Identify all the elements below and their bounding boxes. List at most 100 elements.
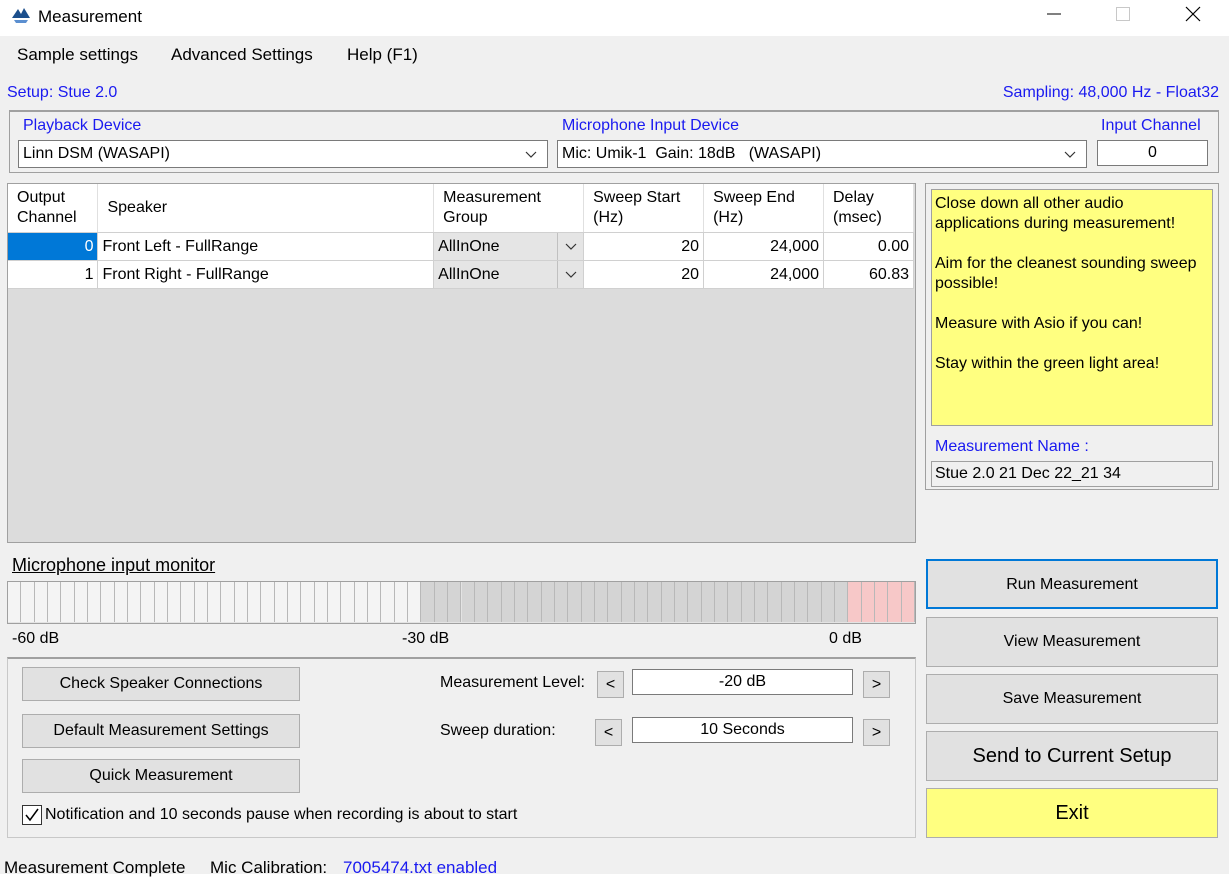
note-line: Close down all other audio applications … xyxy=(935,195,1176,232)
header-output-channel[interactable]: Output Channel xyxy=(8,184,99,233)
meter-segment xyxy=(48,582,62,622)
mic-monitor-title: Microphone input monitor xyxy=(12,555,216,575)
run-measurement-button[interactable]: Run Measurement xyxy=(926,559,1218,609)
measurement-level-field[interactable]: -20 dB xyxy=(632,669,853,695)
scale-label-min: -60 dB xyxy=(12,630,60,647)
meter-segment xyxy=(101,582,115,622)
meter-segment xyxy=(341,582,355,622)
meter-segment xyxy=(488,582,502,622)
app-icon xyxy=(10,6,32,26)
chevron-down-icon xyxy=(525,151,537,158)
meter-segment xyxy=(754,582,769,622)
window-title: Measurement xyxy=(38,7,142,26)
scale-label-mid: -30 dB xyxy=(402,630,450,647)
cell-group-select[interactable]: AllInOne xyxy=(433,260,585,289)
mic-calibration-file-link[interactable]: 7005474.txt enabled xyxy=(343,858,497,878)
meter-segment xyxy=(821,582,835,622)
scale-label-max: 0 dB xyxy=(829,630,862,647)
menu-sample-settings[interactable]: Sample settings xyxy=(3,36,152,74)
meter-segment xyxy=(808,582,822,622)
meter-segment xyxy=(848,582,862,622)
cell-sweep-end[interactable]: 24,000 xyxy=(703,260,824,289)
header-delay[interactable]: Delay (msec) xyxy=(823,184,914,233)
cell-delay[interactable]: 0.00 xyxy=(823,232,914,261)
meter-segment xyxy=(661,582,675,622)
table-row[interactable]: 1 Front Right - FullRange AllInOne 20 24… xyxy=(8,260,914,289)
cell-speaker[interactable]: Front Right - FullRange xyxy=(97,260,435,289)
header-measurement-group[interactable]: Measurement Group xyxy=(433,184,585,233)
title-bar: Measurement xyxy=(0,0,1229,34)
level-increase-button[interactable]: > xyxy=(863,671,890,698)
header-sweep-end[interactable]: Sweep End (Hz) xyxy=(703,184,824,233)
quick-measurement-button[interactable]: Quick Measurement xyxy=(22,759,300,793)
view-measurement-button[interactable]: View Measurement xyxy=(926,617,1218,667)
cell-sweep-end[interactable]: 24,000 xyxy=(703,232,824,261)
meter-segment xyxy=(61,582,75,622)
menu-help[interactable]: Help (F1) xyxy=(333,36,432,74)
meter-segment xyxy=(8,582,22,622)
meter-segment xyxy=(861,582,875,622)
playback-device-select[interactable]: Linn DSM (WASAPI) xyxy=(18,140,548,168)
cell-group-value: AllInOne xyxy=(438,238,500,255)
meter-segment xyxy=(368,582,382,622)
maximize-button[interactable] xyxy=(1100,0,1146,34)
meter-segment xyxy=(608,582,622,622)
level-decrease-button[interactable]: < xyxy=(597,671,624,698)
menu-advanced-settings[interactable]: Advanced Settings xyxy=(157,36,327,74)
meter-segment xyxy=(594,582,609,622)
meter-segment xyxy=(221,582,235,622)
meter-segment xyxy=(141,582,155,622)
table-row[interactable]: 0 Front Left - FullRange AllInOne 20 24,… xyxy=(8,232,914,261)
meter-segment xyxy=(634,582,649,622)
meter-segment xyxy=(421,582,435,622)
note-line: Measure with Asio if you can! xyxy=(935,315,1143,332)
meter-segment xyxy=(314,582,329,622)
cell-group-select[interactable]: AllInOne xyxy=(433,232,585,261)
main-window: Setup: Stue 2.0 Sampling: 48,000 Hz - Fl… xyxy=(0,74,1229,874)
minimize-button[interactable] xyxy=(1036,0,1082,34)
cell-channel[interactable]: 1 xyxy=(8,260,99,289)
meter-segment xyxy=(474,582,489,622)
measurement-name-field[interactable]: Stue 2.0 21 Dec 22_21 34 xyxy=(931,461,1213,487)
table-header-row: Output Channel Speaker Measurement Group S… xyxy=(8,184,914,233)
header-sweep-start[interactable]: Sweep Start (Hz) xyxy=(583,184,705,233)
chevron-down-icon xyxy=(557,261,583,288)
meter-segment xyxy=(741,582,755,622)
cell-group-value: AllInOne xyxy=(438,266,500,283)
chevron-down-icon xyxy=(557,233,583,260)
duration-increase-button[interactable]: > xyxy=(863,719,890,746)
meter-segment xyxy=(274,582,289,622)
check-speaker-connections-button[interactable]: Check Speaker Connections xyxy=(22,667,300,701)
meter-segment xyxy=(408,582,422,622)
note-line: Stay within the green light area! xyxy=(935,355,1160,372)
cell-speaker[interactable]: Front Left - FullRange xyxy=(97,232,435,261)
meter-segment xyxy=(541,582,555,622)
input-channel-label: Input Channel xyxy=(1101,117,1201,134)
checkmark-icon xyxy=(25,808,39,822)
header-speaker[interactable]: Speaker xyxy=(97,184,435,233)
cell-sweep-start[interactable]: 20 xyxy=(583,260,705,289)
default-settings-button[interactable]: Default Measurement Settings xyxy=(22,714,300,748)
meter-segment xyxy=(768,582,782,622)
save-measurement-button[interactable]: Save Measurement xyxy=(926,674,1218,724)
cell-channel[interactable]: 0 xyxy=(8,232,99,261)
send-to-current-setup-button[interactable]: Send to Current Setup xyxy=(926,731,1218,781)
exit-button[interactable]: Exit xyxy=(926,788,1218,838)
meter-segment xyxy=(688,582,702,622)
input-channel-field[interactable]: 0 xyxy=(1097,140,1208,166)
notification-checkbox[interactable] xyxy=(22,805,42,825)
meter-segment xyxy=(728,582,742,622)
notes-text: Close down all other audio applications … xyxy=(931,189,1213,426)
sweep-duration-field[interactable]: 10 Seconds xyxy=(632,717,853,743)
cell-sweep-start[interactable]: 20 xyxy=(583,232,705,261)
meter-segment xyxy=(328,582,342,622)
cell-delay[interactable]: 60.83 xyxy=(823,260,914,289)
duration-decrease-button[interactable]: < xyxy=(595,719,622,746)
meter-segment xyxy=(621,582,635,622)
meter-segment xyxy=(901,582,915,622)
meter-segment xyxy=(874,582,889,622)
meter-segment xyxy=(581,582,595,622)
close-button[interactable] xyxy=(1170,0,1216,34)
meter-segment xyxy=(554,582,569,622)
mic-device-select[interactable]: Mic: Umik-1 Gain: 18dB (WASAPI) xyxy=(557,140,1087,168)
